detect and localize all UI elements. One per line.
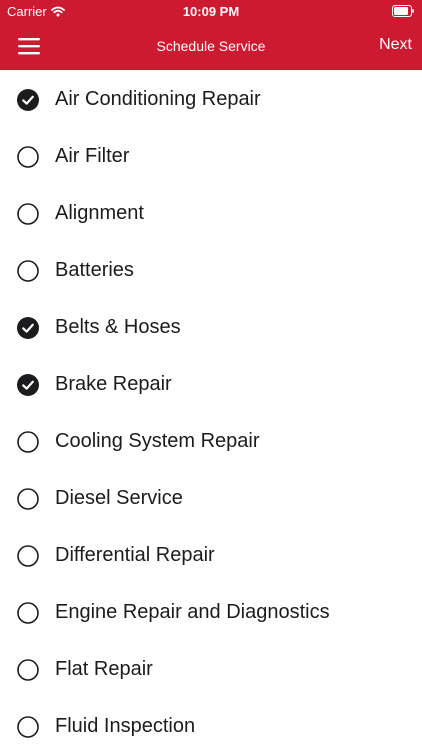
- unchecked-circle-icon[interactable]: [17, 544, 39, 567]
- unchecked-circle-icon[interactable]: [17, 202, 39, 225]
- service-label: Batteries: [55, 259, 134, 281]
- unchecked-circle-icon[interactable]: [17, 658, 39, 681]
- service-option[interactable]: Air Conditioning Repair: [0, 71, 422, 128]
- unchecked-circle-icon[interactable]: [17, 430, 39, 453]
- service-option[interactable]: Differential Repair: [0, 527, 422, 584]
- battery-icon: [392, 5, 414, 17]
- service-option[interactable]: Belts & Hoses: [0, 299, 422, 356]
- unchecked-circle-icon[interactable]: [17, 715, 39, 738]
- checked-circle-icon[interactable]: [17, 373, 39, 396]
- service-option[interactable]: Flat Repair: [0, 641, 422, 698]
- service-label: Engine Repair and Diagnostics: [55, 601, 330, 623]
- service-option[interactable]: Cooling System Repair: [0, 413, 422, 470]
- service-label: Cooling System Repair: [55, 430, 260, 452]
- service-option[interactable]: Diesel Service: [0, 470, 422, 527]
- service-option[interactable]: Engine Repair and Diagnostics: [0, 584, 422, 641]
- checked-circle-icon[interactable]: [17, 88, 39, 111]
- service-option[interactable]: Brake Repair: [0, 356, 422, 413]
- service-option[interactable]: Alignment: [0, 185, 422, 242]
- unchecked-circle-icon[interactable]: [17, 487, 39, 510]
- service-label: Air Conditioning Repair: [55, 88, 261, 110]
- status-time: 10:09 PM: [182, 4, 240, 19]
- unchecked-circle-icon[interactable]: [17, 601, 39, 624]
- page-title: Schedule Service: [156, 38, 266, 54]
- service-label: Air Filter: [55, 145, 130, 167]
- service-label: Flat Repair: [55, 658, 153, 680]
- service-label: Belts & Hoses: [55, 316, 181, 338]
- app-header: Carrier 10:09 PM Schedule Service Next: [0, 0, 422, 70]
- service-option[interactable]: Batteries: [0, 242, 422, 299]
- service-option[interactable]: Fluid Inspection: [0, 698, 422, 755]
- navigation-bar: Schedule Service Next: [0, 22, 422, 70]
- service-label: Brake Repair: [55, 373, 172, 395]
- next-button[interactable]: Next: [379, 36, 412, 54]
- service-label: Alignment: [55, 202, 144, 224]
- status-bar: Carrier 10:09 PM: [0, 0, 422, 22]
- unchecked-circle-icon[interactable]: [17, 259, 39, 282]
- unchecked-circle-icon[interactable]: [17, 145, 39, 168]
- service-label: Differential Repair: [55, 544, 215, 566]
- service-label: Fluid Inspection: [55, 715, 196, 737]
- service-list: Air Conditioning Repair Air Filter Alignme…: [0, 71, 422, 755]
- checked-circle-icon[interactable]: [17, 316, 39, 339]
- service-label: Diesel Service: [55, 487, 183, 509]
- service-option[interactable]: Air Filter: [0, 128, 422, 185]
